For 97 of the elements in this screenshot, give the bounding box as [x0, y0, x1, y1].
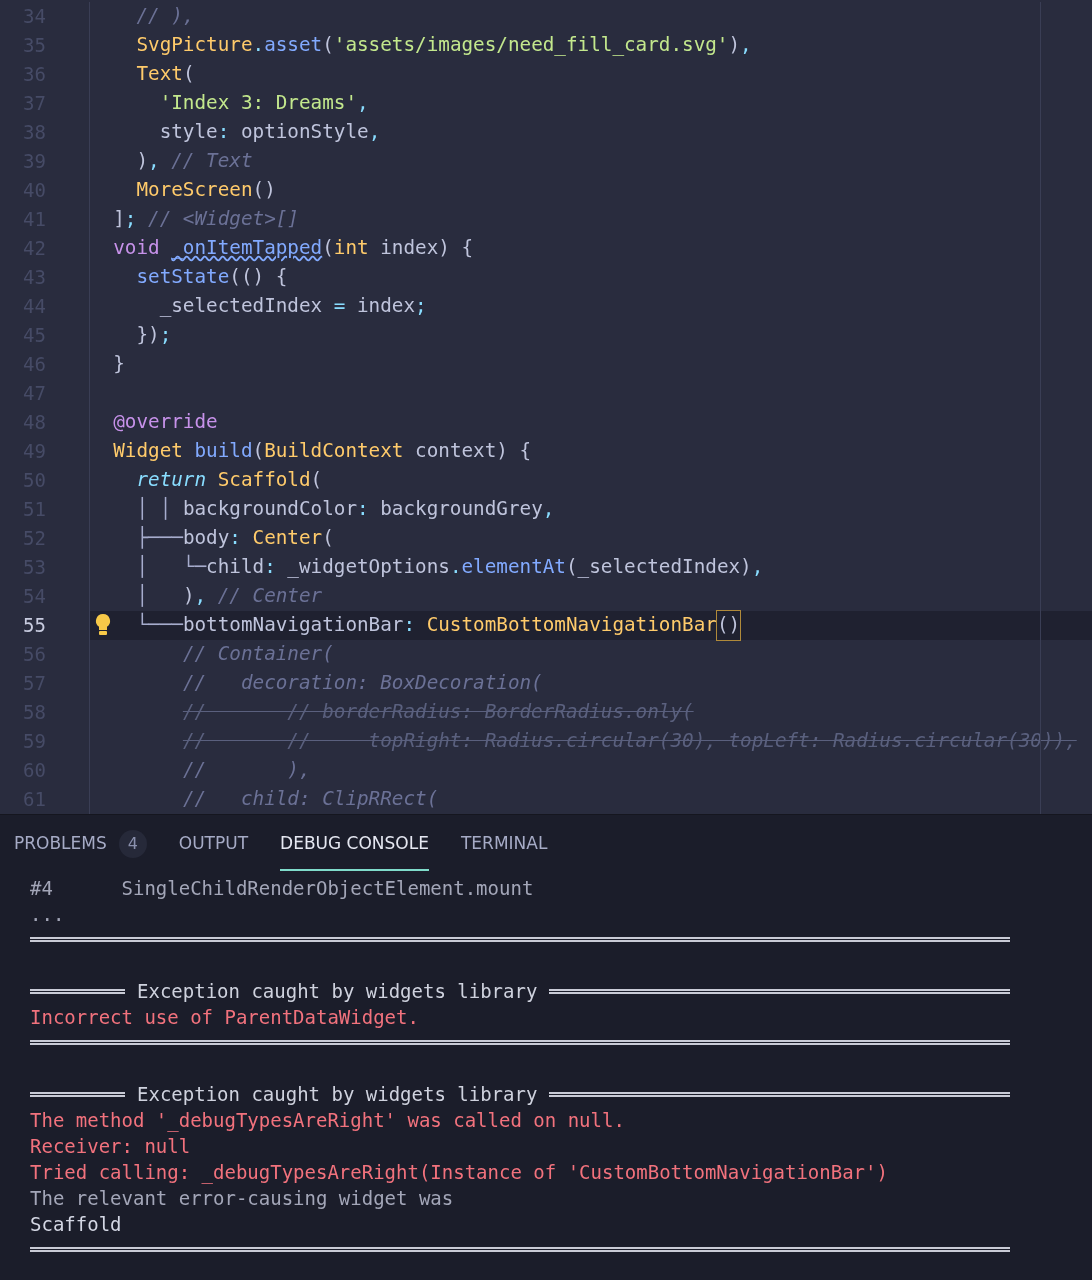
code-token: ,	[542, 496, 555, 523]
code-token: // Text	[171, 148, 253, 175]
code-token: (	[322, 525, 334, 552]
code-token: )	[136, 148, 149, 175]
code-token: 'Index 3: Dreams'	[159, 90, 357, 117]
code-token: =	[333, 293, 347, 320]
code-token: })	[136, 322, 160, 349]
code-token: return	[136, 467, 207, 494]
code-token: // // topRight: Radius.circular(30), topLeft: Radius.circular(30)),	[182, 728, 1077, 755]
code-token: .	[449, 554, 462, 581]
code-token: backgroundColor	[182, 496, 357, 523]
code-token: :	[357, 496, 369, 523]
code-token: )	[728, 32, 741, 59]
code-token: Text	[136, 61, 183, 88]
indent-guide: │	[136, 583, 150, 610]
code-token: ,	[751, 554, 764, 581]
code-token: :	[403, 612, 416, 639]
console-heading: Exception caught by widgets library	[137, 1081, 538, 1107]
code-token: // // borderRadius: BorderRadius.only(	[182, 699, 694, 726]
console-line: ...	[30, 902, 66, 927]
code-token: backgroundGrey	[380, 496, 543, 523]
panel-tab[interactable]: TERMINAL	[460, 819, 548, 871]
code-token: ;	[124, 206, 137, 233]
code-token: // child: ClipRRect(	[182, 786, 439, 813]
console-heading: Exception caught by widgets library	[137, 978, 538, 1004]
console-line: Incorrect use of ParentDataWidget.	[30, 1005, 420, 1030]
code-token: ()	[716, 611, 741, 640]
code-token: MoreScreen	[136, 177, 253, 204]
code-token: child	[206, 555, 265, 581]
code-token: ;	[415, 293, 427, 320]
code-token: // Center	[217, 583, 323, 610]
code-token: // Container(	[182, 641, 334, 668]
panel-tab[interactable]: OUTPUT	[178, 819, 249, 871]
console-line: The relevant error-causing widget was	[30, 1186, 455, 1211]
code-token: ,	[740, 32, 752, 59]
lightbulb-icon[interactable]	[94, 613, 112, 637]
code-token: _selectedIndex	[159, 293, 323, 320]
code-token: :	[217, 119, 230, 146]
code-token: asset	[264, 32, 323, 59]
code-token: .	[252, 32, 265, 59]
code-token: _onItemTapped	[171, 235, 323, 262]
code-token: CustomBottomNavigationBar	[426, 612, 717, 639]
code-token: // ),	[182, 757, 311, 784]
code-token: (() {	[229, 264, 288, 291]
code-token: :	[264, 554, 276, 581]
code-token: ,	[148, 148, 160, 175]
code-token: elementAt	[461, 554, 566, 581]
count-badge: 4	[118, 830, 147, 858]
code-token: Center	[252, 525, 323, 552]
code-token: index	[357, 293, 416, 320]
code-token: index) {	[380, 235, 474, 262]
code-token: style	[159, 119, 218, 146]
code-token: // ),	[136, 3, 195, 30]
line-number: 55	[22, 613, 46, 639]
code-token: context) {	[415, 438, 532, 465]
code-token: (	[310, 467, 323, 494]
code-token: _widgetOptions	[287, 554, 450, 581]
code-token: bottomNavigationBar	[182, 613, 404, 639]
code-token: (	[322, 32, 334, 59]
code-token: void	[113, 235, 160, 262]
code-token: ,	[368, 119, 381, 146]
panel-tab[interactable]: DEBUG CONSOLE	[280, 819, 429, 871]
console-line: Tried calling: _debugTypesAreRight(Instance of 'CustomBottomNavigationBar')	[30, 1160, 889, 1185]
code-token: (	[322, 235, 334, 262]
code-token: // decoration: BoxDecoration(	[182, 670, 543, 697]
code-token: ,	[357, 90, 369, 117]
code-token: :	[229, 525, 241, 552]
code-token: ;	[159, 322, 172, 349]
indent-guide: │ │	[136, 496, 173, 523]
code-token: BuildContext	[264, 438, 404, 465]
console-line: #4 SingleChildRenderObjectElement.mount	[30, 876, 535, 901]
code-token: body	[182, 525, 230, 552]
indent-guide: │ └─	[136, 553, 207, 581]
indent-guide: ├───	[136, 525, 183, 552]
code-token: )	[182, 583, 195, 610]
code-token: Scaffold	[217, 467, 311, 494]
code-token: SvgPicture	[136, 32, 253, 59]
code-token: ,	[194, 583, 207, 610]
code-token: ]	[113, 206, 125, 233]
console-line: Scaffold	[30, 1212, 123, 1237]
code-token: }	[113, 351, 125, 378]
code-token: optionStyle	[240, 119, 369, 146]
code-token: setState	[136, 264, 230, 291]
code-token: ()	[252, 177, 276, 204]
indent-guide: └───	[136, 611, 183, 639]
console-line: Receiver: null	[30, 1134, 192, 1159]
code-token: (_selectedIndex)	[566, 554, 752, 581]
code-token: (	[252, 438, 265, 465]
code-token: // <Widget>[]	[148, 206, 299, 233]
console-line: The method '_debugTypesAreRight' was called on null.	[30, 1108, 626, 1133]
code-token: build	[194, 438, 253, 465]
code-token: 'assets/images/need_fill_card.svg'	[333, 32, 729, 59]
code-token: int	[333, 235, 369, 262]
code-token: @override	[113, 409, 218, 436]
code-token: (	[182, 61, 195, 88]
code-token: Widget	[113, 438, 183, 465]
panel-tab[interactable]: PROBLEMS 4	[14, 819, 147, 871]
